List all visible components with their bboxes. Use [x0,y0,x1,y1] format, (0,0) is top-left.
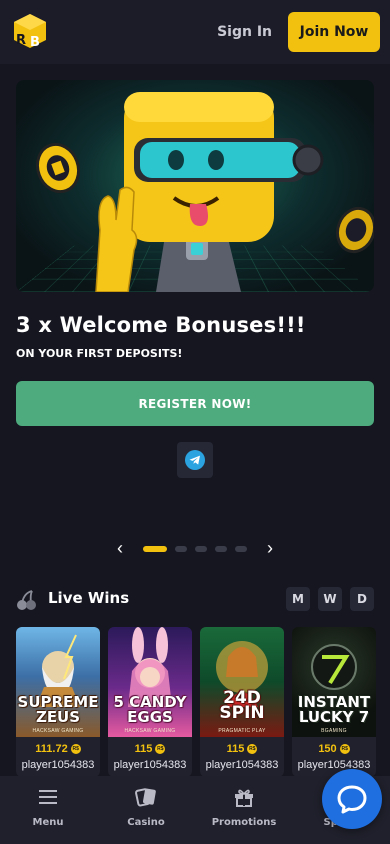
win-amount: 111.72 R$ [35,743,81,755]
hero-banner[interactable] [16,80,374,292]
nav-label: Menu [32,817,64,828]
gift-icon [235,789,253,807]
svg-text:R: R [16,33,26,48]
carousel-prev-icon[interactable]: ‹ [110,538,130,558]
mascot-illustration [35,92,374,292]
filter-week-button[interactable]: W [318,587,342,611]
game-title: 5 CANDY EGGS [113,693,187,726]
chat-icon [337,785,367,814]
game-title: 24D SPIN [219,688,265,723]
hero-title: 3 x Welcome Bonuses!!! [16,313,306,337]
game-thumbnail: INSTANT LUCKY 7 BGAMING [292,627,376,737]
brand-logo[interactable]: R B [10,12,50,52]
player-name: player1054383 [113,759,187,771]
win-card[interactable]: 24D SPIN PRAGMATIC PLAY 115 R$ player1054… [200,627,284,777]
nav-label: Promotions [211,817,277,828]
player-name: player1054383 [297,759,371,771]
win-card[interactable]: SUPREME ZEUS HACKSAW GAMING 111.72 R$ play… [16,627,100,777]
win-amount: 115 R$ [226,743,258,755]
nav-item-promotions[interactable]: Promotions [196,776,292,844]
game-provider: HACKSAW GAMING [124,728,176,734]
currency-icon: R$ [247,744,258,754]
carousel-dot[interactable] [175,546,187,552]
currency-icon: R$ [70,744,81,754]
filter-day-button[interactable]: D [350,587,374,611]
win-amount: 115 R$ [134,743,166,755]
nav-item-casino[interactable]: Casino [98,776,194,844]
carousel-nav: ‹ › [0,538,390,558]
carousel-dot-active[interactable] [143,546,167,552]
top-header: R B Sign In Join Now [0,0,390,64]
join-now-button[interactable]: Join Now [288,12,380,52]
game-provider: HACKSAW GAMING [32,728,84,734]
currency-icon: R$ [339,744,350,754]
live-wins-header: Live Wins M W D [16,587,374,613]
win-card[interactable]: INSTANT LUCKY 7 BGAMING 150 R$ player10543… [292,627,376,777]
hero-subtitle: ON YOUR FIRST DEPOSITS! [16,347,183,360]
live-chat-button[interactable] [322,769,382,829]
carousel-dot[interactable] [235,546,247,552]
telegram-button[interactable] [177,442,213,478]
cherries-icon [17,590,36,610]
win-amount: 150 R$ [318,743,350,755]
nav-label: Casino [127,817,165,828]
carousel-next-icon[interactable]: › [260,538,280,558]
filter-month-button[interactable]: M [286,587,310,611]
game-thumbnail: SUPREME ZEUS HACKSAW GAMING [16,627,100,737]
game-provider: BGAMING [321,728,347,734]
win-card[interactable]: 5 CANDY EGGS HACKSAW GAMING 115 R$ player1… [108,627,192,777]
sign-in-button[interactable]: Sign In [217,24,272,40]
nav-item-menu[interactable]: Menu [0,776,96,844]
game-thumbnail: 5 CANDY EGGS HACKSAW GAMING [108,627,192,737]
hamburger-icon [39,790,57,804]
live-wins-list: SUPREME ZEUS HACKSAW GAMING 111.72 R$ play… [16,627,390,777]
header-actions: Sign In Join Now [217,12,380,52]
svg-text:B: B [30,35,40,50]
currency-icon: R$ [155,744,166,754]
game-title: SUPREME ZEUS [17,693,99,726]
carousel-dot[interactable] [215,546,227,552]
game-thumbnail: 24D SPIN PRAGMATIC PLAY [200,627,284,737]
game-title: INSTANT LUCKY 7 [297,693,371,726]
player-name: player1054383 [205,759,279,771]
cards-icon [135,788,156,807]
register-now-button[interactable]: REGISTER NOW! [16,381,374,426]
player-name: player1054383 [21,759,95,771]
game-provider: PRAGMATIC PLAY [218,728,266,734]
carousel-dot[interactable] [195,546,207,552]
telegram-icon [185,450,205,470]
live-wins-title: Live Wins [48,589,130,607]
